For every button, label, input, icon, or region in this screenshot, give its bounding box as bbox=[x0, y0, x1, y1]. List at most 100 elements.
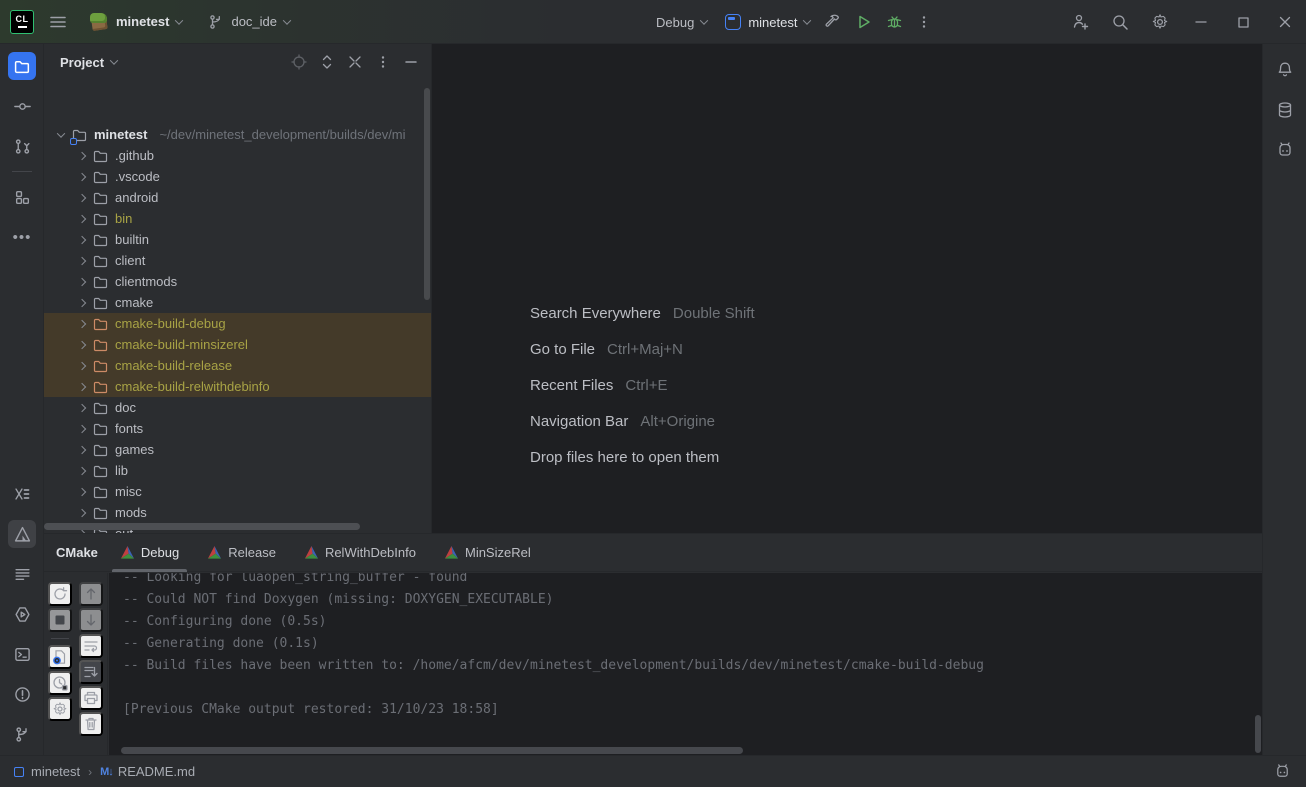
project-vertical-scrollbar[interactable] bbox=[424, 88, 430, 300]
run-mode-select[interactable]: Debug bbox=[648, 7, 715, 37]
maximize-button[interactable] bbox=[1228, 7, 1258, 37]
print-icon[interactable] bbox=[79, 686, 103, 710]
tree-row[interactable]: fonts bbox=[44, 418, 432, 439]
branch-widget[interactable]: doc_ide bbox=[200, 7, 298, 37]
cache-clock-icon[interactable] bbox=[48, 671, 72, 695]
todo-lines-tool-button[interactable] bbox=[8, 560, 36, 588]
problems-tool-button[interactable] bbox=[8, 680, 36, 708]
chevron-right-icon[interactable] bbox=[78, 403, 86, 411]
more-tools-icon[interactable]: ••• bbox=[8, 223, 36, 251]
run-target-select[interactable]: minetest bbox=[717, 7, 818, 37]
chevron-right-icon[interactable] bbox=[78, 487, 86, 495]
chevron-right-icon[interactable] bbox=[78, 214, 86, 222]
tree-row[interactable]: .github bbox=[44, 145, 432, 166]
hide-panel-icon[interactable] bbox=[399, 50, 423, 74]
pull-requests-tool-button[interactable] bbox=[8, 132, 36, 160]
chevron-right-icon[interactable] bbox=[78, 298, 86, 306]
gradle-status-icon[interactable] bbox=[1270, 760, 1294, 784]
cmake-profile-tab[interactable]: MinSizeRel bbox=[430, 534, 545, 572]
console-vertical-scrollbar[interactable] bbox=[1255, 715, 1261, 753]
next-message-down-icon[interactable] bbox=[79, 608, 103, 632]
scroll-to-end-icon[interactable] bbox=[79, 660, 103, 684]
tree-row-label: cmake-build-relwithdebinfo bbox=[115, 379, 270, 394]
database-tool-button[interactable] bbox=[1271, 96, 1299, 124]
chevron-down-icon[interactable] bbox=[57, 129, 65, 137]
project-tree: minetest ~/dev/minetest_development/buil… bbox=[44, 124, 432, 533]
project-horizontal-scrollbar[interactable] bbox=[44, 523, 360, 530]
build-hammer-icon[interactable] bbox=[820, 8, 848, 36]
folder-icon bbox=[93, 190, 109, 206]
project-widget[interactable]: minetest bbox=[82, 7, 190, 37]
breadcrumb-project[interactable]: minetest bbox=[31, 764, 80, 779]
collapse-all-icon[interactable] bbox=[343, 50, 367, 74]
tree-row[interactable]: lib bbox=[44, 460, 432, 481]
chevron-right-icon[interactable] bbox=[78, 256, 86, 264]
breadcrumb-file[interactable]: README.md bbox=[118, 764, 195, 779]
chevron-right-icon[interactable] bbox=[78, 277, 86, 285]
cmake-profile-tab[interactable]: Debug bbox=[106, 534, 193, 572]
settings-gear-icon[interactable] bbox=[1146, 8, 1174, 36]
chevron-right-icon[interactable] bbox=[78, 235, 86, 243]
chevron-right-icon[interactable] bbox=[78, 382, 86, 390]
cmake-tool-button[interactable] bbox=[8, 520, 36, 548]
expand-all-icon[interactable] bbox=[315, 50, 339, 74]
tree-row[interactable]: client bbox=[44, 250, 432, 271]
hamburger-menu-icon[interactable] bbox=[44, 8, 72, 36]
code-with-me-user-add-icon[interactable] bbox=[1066, 8, 1094, 36]
more-actions-kebab-icon[interactable] bbox=[910, 8, 938, 36]
chevron-right-icon[interactable] bbox=[78, 193, 86, 201]
chevron-right-icon[interactable] bbox=[78, 361, 86, 369]
tree-row[interactable]: misc bbox=[44, 481, 432, 502]
gradle-tool-button[interactable] bbox=[1271, 136, 1299, 164]
chevron-right-icon[interactable] bbox=[78, 466, 86, 474]
chevron-right-icon[interactable] bbox=[78, 424, 86, 432]
structure-tool-button[interactable] bbox=[8, 183, 36, 211]
cmake-profile-tab[interactable]: Release bbox=[193, 534, 290, 572]
tree-row[interactable]: cmake-build-release bbox=[44, 355, 432, 376]
tree-row[interactable]: cmake-build-relwithdebinfo bbox=[44, 376, 432, 397]
prev-message-up-icon[interactable] bbox=[79, 582, 103, 606]
tree-row[interactable]: android bbox=[44, 187, 432, 208]
excel-viewer-tool-button[interactable] bbox=[8, 480, 36, 508]
right-tool-rail bbox=[1262, 44, 1306, 755]
stop-icon[interactable] bbox=[48, 608, 72, 632]
tree-row[interactable]: bin bbox=[44, 208, 432, 229]
chevron-right-icon[interactable] bbox=[78, 508, 86, 516]
tree-row[interactable]: cmake bbox=[44, 292, 432, 313]
panel-options-kebab-icon[interactable] bbox=[371, 50, 395, 74]
commit-tool-button[interactable] bbox=[8, 92, 36, 120]
tree-row[interactable]: .vscode bbox=[44, 166, 432, 187]
tree-root-row[interactable]: minetest ~/dev/minetest_development/buil… bbox=[44, 124, 432, 145]
clear-all-trash-icon[interactable] bbox=[79, 712, 103, 736]
notifications-bell-icon[interactable] bbox=[1271, 56, 1299, 84]
chevron-right-icon[interactable] bbox=[78, 319, 86, 327]
soft-wrap-icon[interactable] bbox=[79, 634, 103, 658]
chevron-right-icon[interactable] bbox=[78, 151, 86, 159]
run-icon[interactable] bbox=[850, 8, 878, 36]
close-button[interactable] bbox=[1270, 7, 1300, 37]
console-horizontal-scrollbar[interactable] bbox=[121, 747, 743, 754]
project-tool-button[interactable] bbox=[8, 52, 36, 80]
cmake-profile-tab[interactable]: RelWithDebInfo bbox=[290, 534, 430, 572]
debug-bug-icon[interactable] bbox=[880, 8, 908, 36]
chevron-right-icon[interactable] bbox=[78, 445, 86, 453]
console-settings-gear-icon[interactable] bbox=[48, 697, 72, 721]
tree-row[interactable]: mods bbox=[44, 502, 432, 523]
locate-file-target-icon[interactable] bbox=[287, 50, 311, 74]
tree-row[interactable]: cmake-build-minsizerel bbox=[44, 334, 432, 355]
tree-row[interactable]: doc bbox=[44, 397, 432, 418]
terminal-tool-button[interactable] bbox=[8, 640, 36, 668]
chevron-down-icon[interactable] bbox=[110, 56, 118, 64]
tree-row[interactable]: clientmods bbox=[44, 271, 432, 292]
search-icon[interactable] bbox=[1106, 8, 1134, 36]
tree-row[interactable]: games bbox=[44, 439, 432, 460]
git-tool-button[interactable] bbox=[8, 720, 36, 748]
tree-row[interactable]: cmake-build-debug bbox=[44, 313, 432, 334]
chevron-right-icon[interactable] bbox=[78, 172, 86, 180]
services-tool-button[interactable] bbox=[8, 600, 36, 628]
chevron-right-icon[interactable] bbox=[78, 340, 86, 348]
tree-row[interactable]: builtin bbox=[44, 229, 432, 250]
reload-cmake-icon[interactable] bbox=[48, 582, 72, 606]
minimize-button[interactable] bbox=[1186, 7, 1216, 37]
cmake-cache-file-icon[interactable] bbox=[48, 645, 72, 669]
